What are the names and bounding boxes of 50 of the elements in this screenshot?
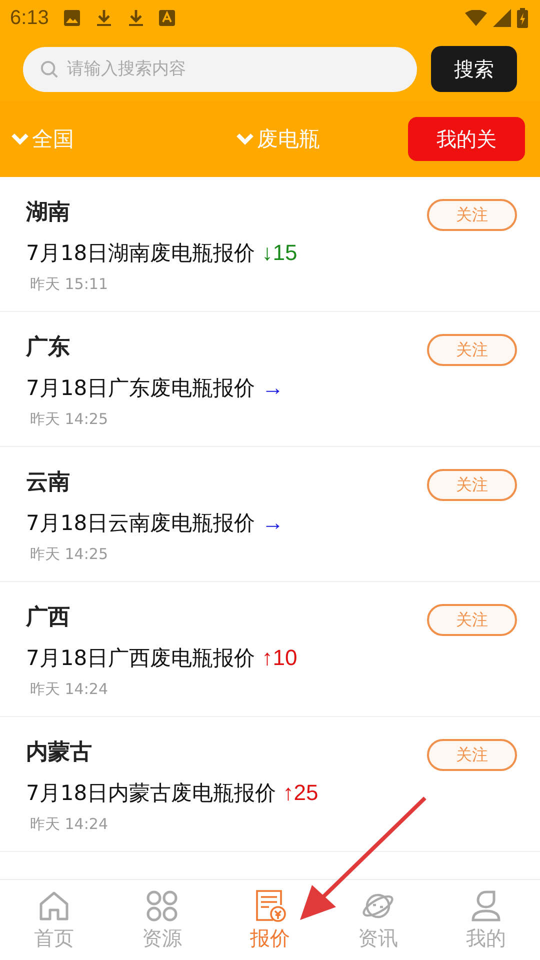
quote-title[interactable]: 7月18日云南废电瓶报价 [26, 511, 256, 535]
tab-item[interactable]: 我的 [432, 880, 540, 960]
download-icon [94, 8, 113, 28]
post-time: 昨天 14:24 [30, 815, 109, 834]
tab-item[interactable]: 报价 [216, 880, 324, 960]
region-title: 广东 [26, 334, 71, 362]
tab-item[interactable]: 资源 [108, 880, 216, 960]
quote-title[interactable]: 7月18日广西废电瓶报价 [26, 646, 256, 670]
grid-icon [145, 889, 179, 923]
quote-title[interactable]: 7月18日广东废电瓶报价 [26, 376, 256, 400]
battery-icon [517, 8, 528, 28]
follow-button[interactable]: 关注 [427, 469, 517, 501]
image-icon [62, 9, 81, 27]
tab-item[interactable]: 资讯 [324, 880, 432, 960]
quote-title[interactable]: 7月18日内蒙古废电瓶报价 [26, 781, 276, 805]
tab-item[interactable]: 首页 [0, 880, 108, 960]
follow-button[interactable]: 关注 [427, 334, 517, 366]
region-title: 云南 [26, 469, 71, 497]
filter-dropdown[interactable]: 废电瓶 [235, 125, 405, 153]
trend-indicator: ↓15 [262, 240, 298, 265]
price-document-icon [253, 889, 287, 923]
search-button[interactable]: 搜索 [431, 46, 517, 92]
post-time: 昨天 15:11 [30, 275, 109, 294]
person-icon [469, 889, 503, 923]
post-time: 昨天 14:24 [30, 680, 109, 699]
status-time: 6:13 [10, 6, 49, 30]
quote-title[interactable]: 7月18日湖南废电瓶报价 [26, 241, 256, 265]
follow-button[interactable]: 关注 [427, 604, 517, 636]
trend-indicator: ↑10 [262, 645, 298, 670]
region-title: 广西 [26, 604, 71, 632]
chevron-down-icon [10, 132, 30, 146]
trend-indicator: → [262, 375, 284, 400]
my-follow-button[interactable]: 我的关 [408, 117, 525, 161]
search-field[interactable]: 请输入搜索内容 [23, 46, 417, 92]
post-time: 昨天 14:25 [30, 545, 109, 564]
chevron-down-icon [235, 132, 255, 146]
search-icon [40, 60, 59, 78]
follow-button[interactable]: 关注 [427, 199, 517, 231]
follow-button[interactable]: 关注 [427, 739, 517, 771]
post-time: 昨天 14:25 [30, 410, 109, 429]
wifi-icon [465, 10, 487, 26]
home-icon [37, 889, 71, 923]
trend-indicator: → [262, 510, 284, 535]
font-icon [158, 10, 175, 26]
region-title: 内蒙古 [26, 739, 93, 767]
filter-dropdown[interactable]: 全国 [10, 125, 235, 153]
region-title: 湖南 [26, 199, 71, 227]
trend-indicator: ↑25 [282, 780, 318, 805]
signal-icon [493, 9, 511, 27]
download-icon [126, 8, 145, 28]
